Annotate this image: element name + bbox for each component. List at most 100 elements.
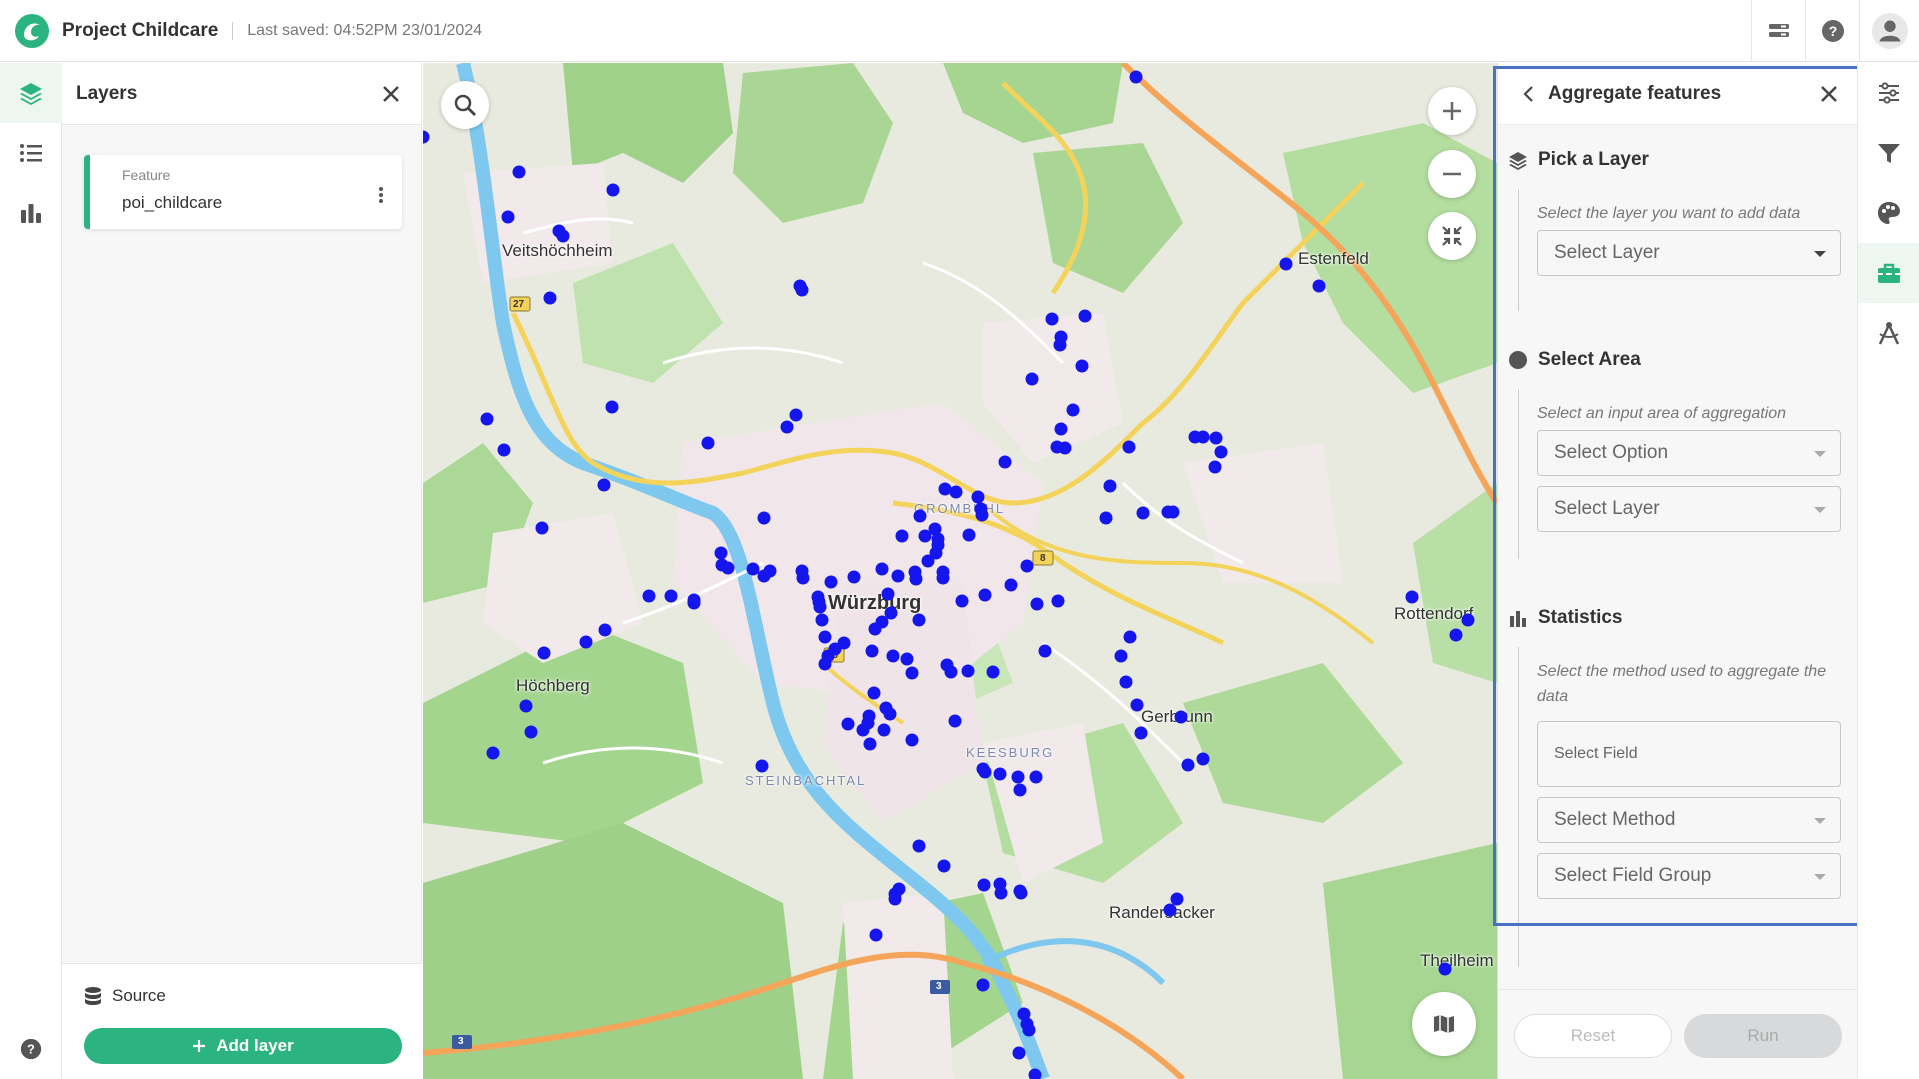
poi-point bbox=[1020, 559, 1034, 573]
left-rail: ? bbox=[0, 63, 62, 1079]
filter-tab[interactable] bbox=[1858, 123, 1919, 183]
map-view[interactable]: 27 8 19 3 3 Veitshöchheim Estenfeld Würz… bbox=[423, 63, 1497, 1079]
close-aggregate-button[interactable] bbox=[1815, 80, 1843, 108]
poi-point bbox=[1129, 70, 1143, 84]
add-layer-label: Add layer bbox=[216, 1036, 294, 1055]
stat-field-select-value: Select Field bbox=[1554, 745, 1638, 762]
toolbox-tab[interactable] bbox=[1858, 243, 1919, 303]
poi-point bbox=[978, 765, 992, 779]
poi-point bbox=[813, 600, 827, 614]
statistics-title: Statistics bbox=[1538, 607, 1623, 628]
area-layer-select[interactable]: Select Layer bbox=[1537, 486, 1841, 532]
layers-tab[interactable] bbox=[0, 63, 62, 123]
poi-point bbox=[905, 733, 919, 747]
poi-point bbox=[900, 652, 914, 666]
poi-point bbox=[687, 596, 701, 610]
poi-point bbox=[746, 562, 760, 576]
poi-point bbox=[863, 737, 877, 751]
poi-point bbox=[642, 589, 656, 603]
pick-layer-select[interactable]: Select Layer bbox=[1537, 230, 1841, 276]
layers-footer: Source Add layer bbox=[62, 963, 422, 1079]
poi-point bbox=[1103, 479, 1117, 493]
poi-point bbox=[1066, 403, 1080, 417]
poi-layer bbox=[423, 70, 1475, 1079]
svg-text:?: ? bbox=[27, 1042, 35, 1057]
poi-point bbox=[757, 511, 771, 525]
list-icon bbox=[20, 144, 42, 162]
poi-point bbox=[869, 928, 883, 942]
stat-field-group-select[interactable]: Select Field Group bbox=[1537, 853, 1841, 899]
area-option-select[interactable]: Select Option bbox=[1537, 430, 1841, 476]
svg-text:?: ? bbox=[1828, 23, 1837, 39]
properties-tab[interactable] bbox=[1858, 63, 1919, 123]
poi-point bbox=[1012, 1046, 1026, 1060]
poi-point bbox=[1449, 628, 1463, 642]
poi-point bbox=[1214, 445, 1228, 459]
poi-point bbox=[664, 589, 678, 603]
stack-button[interactable] bbox=[1751, 0, 1805, 62]
poi-point bbox=[755, 759, 769, 773]
poi-point bbox=[875, 562, 889, 576]
poi-point bbox=[841, 717, 855, 731]
layer-type-label: Feature bbox=[122, 167, 171, 183]
poi-point bbox=[1136, 506, 1150, 520]
help-button[interactable]: ? bbox=[1805, 0, 1859, 62]
poi-point bbox=[480, 412, 494, 426]
poi-point bbox=[763, 564, 777, 578]
zoom-in-button[interactable] bbox=[1428, 87, 1476, 135]
poi-point bbox=[909, 572, 923, 586]
search-icon bbox=[454, 94, 476, 116]
legend-tab[interactable] bbox=[0, 123, 62, 183]
scenario-tab[interactable] bbox=[1858, 303, 1919, 363]
poi-point bbox=[795, 283, 809, 297]
fit-extent-button[interactable] bbox=[1428, 212, 1476, 260]
help-icon: ? bbox=[20, 1038, 42, 1060]
poi-point bbox=[1025, 372, 1039, 386]
top-bar: Project Childcare Last saved: 04:52PM 23… bbox=[0, 0, 1919, 62]
poi-point bbox=[1119, 675, 1133, 689]
add-layer-button[interactable]: Add layer bbox=[84, 1028, 402, 1064]
sliders-icon bbox=[1879, 82, 1899, 104]
poi-point bbox=[606, 183, 620, 197]
stat-field-group-select-value: Select Field Group bbox=[1554, 865, 1712, 886]
stat-method-select[interactable]: Select Method bbox=[1537, 797, 1841, 843]
more-options-icon[interactable] bbox=[378, 185, 384, 205]
stat-field-select[interactable]: Select Field bbox=[1537, 721, 1841, 787]
poi-point bbox=[986, 665, 1000, 679]
poi-point bbox=[877, 723, 891, 737]
poi-point bbox=[936, 571, 950, 585]
zoom-out-button[interactable] bbox=[1428, 150, 1476, 198]
poi-point bbox=[993, 767, 1007, 781]
poi-point bbox=[815, 613, 829, 627]
style-tab[interactable] bbox=[1858, 183, 1919, 243]
poi-point bbox=[971, 490, 985, 504]
back-chevron-icon[interactable] bbox=[1522, 85, 1534, 103]
rail-help-button[interactable]: ? bbox=[0, 1037, 62, 1061]
layers-icon bbox=[1509, 152, 1527, 170]
poi-point bbox=[913, 509, 927, 523]
poi-point bbox=[535, 521, 549, 535]
close-icon bbox=[1821, 85, 1837, 102]
poi-point bbox=[1028, 1068, 1042, 1079]
close-layers-button[interactable] bbox=[377, 80, 405, 108]
poi-point bbox=[497, 443, 511, 457]
poi-point bbox=[597, 478, 611, 492]
poi-point bbox=[976, 978, 990, 992]
basemap-switcher-button[interactable] bbox=[1412, 992, 1476, 1056]
poi-point bbox=[1014, 886, 1028, 900]
project-title[interactable]: Project Childcare bbox=[62, 20, 218, 42]
source-button[interactable]: Source bbox=[84, 986, 166, 1006]
run-button[interactable]: Run bbox=[1684, 1014, 1842, 1058]
area-layer-select-value: Select Layer bbox=[1554, 498, 1660, 519]
reset-button[interactable]: Reset bbox=[1514, 1014, 1672, 1058]
layer-item-poi-childcare[interactable]: Feature poi_childcare bbox=[84, 155, 402, 229]
poi-point bbox=[1114, 649, 1128, 663]
filter-icon bbox=[1878, 144, 1900, 163]
map-search-button[interactable] bbox=[441, 81, 489, 129]
poi-point bbox=[1181, 758, 1195, 772]
poi-point bbox=[543, 291, 557, 305]
select-area-hint: Select an input area of aggregation bbox=[1537, 405, 1787, 422]
charts-tab[interactable] bbox=[0, 183, 62, 243]
poi-point bbox=[867, 686, 881, 700]
user-menu-button[interactable] bbox=[1859, 0, 1919, 62]
